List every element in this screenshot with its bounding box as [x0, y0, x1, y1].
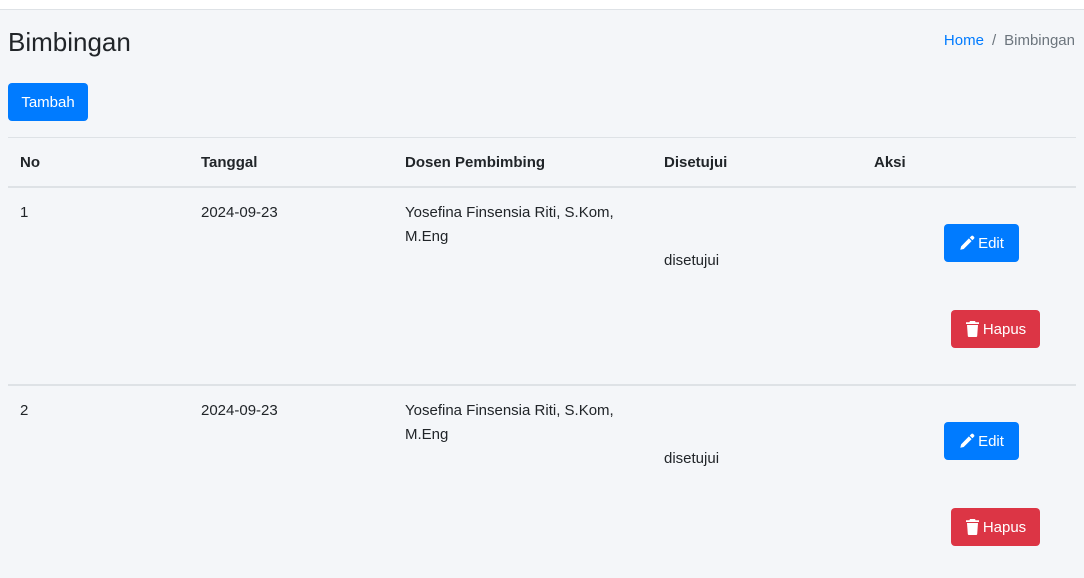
- cell-disetujui: disetujui: [664, 450, 720, 467]
- table-header-border: [8, 186, 1076, 188]
- trash-icon: [965, 519, 980, 535]
- header-dosen-pembimbing: Dosen Pembimbing: [405, 154, 546, 171]
- cell-dosen-line1: Yosefina Finsensia Riti, S.Kom,: [405, 402, 614, 419]
- table-row-border: [8, 384, 1076, 386]
- delete-button[interactable]: Hapus: [951, 508, 1040, 546]
- header-no: No: [20, 154, 40, 171]
- cell-disetujui: disetujui: [664, 252, 720, 269]
- header-aksi: Aksi: [874, 154, 906, 171]
- header-tanggal: Tanggal: [201, 154, 258, 171]
- cell-tanggal: 2024-09-23: [201, 402, 278, 419]
- cell-dosen-line1: Yosefina Finsensia Riti, S.Kom,: [405, 204, 614, 221]
- breadcrumb-current: Bimbingan: [1004, 32, 1075, 49]
- page-title: Bimbingan: [8, 27, 131, 57]
- breadcrumb-separator: /: [991, 32, 997, 49]
- pencil-icon: [959, 235, 975, 251]
- delete-button-label: Hapus: [982, 320, 1027, 338]
- cell-tanggal: 2024-09-23: [201, 204, 278, 221]
- cell-dosen-line2: M.Eng: [405, 426, 449, 443]
- cell-no: 1: [20, 204, 29, 221]
- edit-button-label: Edit: [978, 432, 1004, 450]
- edit-button[interactable]: Edit: [944, 422, 1019, 460]
- cell-no: 2: [20, 402, 29, 419]
- breadcrumb-home-link[interactable]: Home: [944, 32, 984, 49]
- top-navbar: [0, 0, 1084, 10]
- cell-dosen-line2: M.Eng: [405, 228, 449, 245]
- delete-button[interactable]: Hapus: [951, 310, 1040, 348]
- header-disetujui: Disetujui: [664, 154, 728, 171]
- add-button[interactable]: Tambah: [8, 83, 88, 121]
- delete-button-label: Hapus: [982, 518, 1027, 536]
- table-top-border: [8, 137, 1076, 138]
- pencil-icon: [959, 433, 975, 449]
- edit-button[interactable]: Edit: [944, 224, 1019, 262]
- breadcrumb: Home / Bimbingan: [944, 31, 1075, 51]
- edit-button-label: Edit: [978, 234, 1004, 252]
- trash-icon: [965, 321, 980, 337]
